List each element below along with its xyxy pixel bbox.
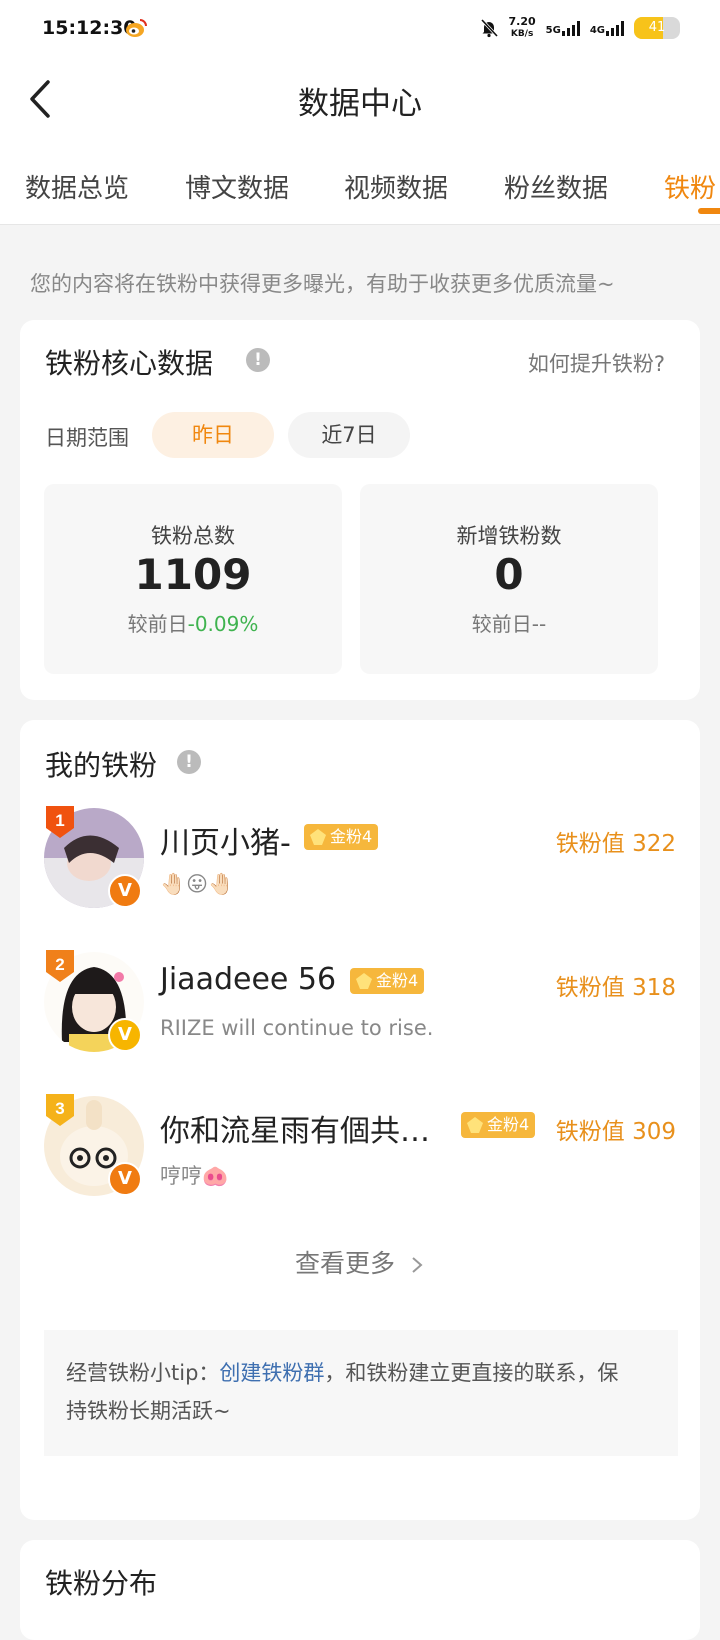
rank-badge: 3 — [44, 1092, 76, 1128]
fan-value: 铁粉值 309 — [555, 1119, 676, 1145]
my-fans-card: 我的铁粉 ! 1 V 川页小猪- 金粉4 铁粉值 322 🤚🏻😛🤚🏻 2 V J… — [20, 720, 700, 1520]
tip-box: 经营铁粉小tip：创建铁粉群，和铁粉建立更直接的联系，保持铁粉长期活跃~ — [44, 1330, 678, 1456]
net-speed: 7.20 KB/s — [508, 15, 536, 40]
chevron-right-icon — [412, 1257, 423, 1273]
fan-value: 铁粉值 318 — [555, 975, 676, 1001]
list-item[interactable]: 1 V 川页小猪- 金粉4 铁粉值 322 🤚🏻😛🤚🏻 — [20, 806, 700, 918]
gem-icon — [467, 1117, 483, 1133]
fan-distribution-title: 铁粉分布 — [45, 1567, 158, 1600]
svg-text:3: 3 — [55, 1099, 64, 1118]
core-data-title: 铁粉核心数据 — [45, 347, 214, 380]
fan-bio: 🤚🏻😛🤚🏻 — [160, 872, 235, 896]
tab-video-data[interactable]: 视频数据 — [344, 168, 448, 205]
status-time: 15:12:30 — [42, 17, 137, 39]
date-range-label: 日期范围 — [45, 426, 129, 450]
gem-icon — [310, 829, 326, 845]
verified-icon: V — [108, 874, 142, 908]
date-option-yesterday[interactable]: 昨日 — [152, 412, 274, 458]
rank-badge: 1 — [44, 804, 76, 840]
fan-name: Jiaadeee 56 — [160, 962, 337, 997]
verified-icon: V — [108, 1162, 142, 1196]
app-header: 数据中心 — [0, 56, 720, 146]
my-fans-title: 我的铁粉 — [45, 749, 158, 782]
verified-icon: V — [108, 1018, 142, 1052]
date-option-7days[interactable]: 近7日 — [288, 412, 410, 458]
signal-icon-2: 4G — [590, 20, 624, 36]
weibo-icon — [126, 19, 147, 37]
list-item[interactable]: 3 V 你和流星雨有個共… 金粉4 铁粉值 309 哼哼🐽 — [20, 1094, 700, 1206]
stat-value: 1109 — [134, 550, 252, 599]
stat-label: 铁粉总数 — [151, 524, 235, 548]
gold-fan-badge: 金粉4 — [304, 824, 379, 850]
tab-post-data[interactable]: 博文数据 — [185, 168, 289, 205]
rank-badge: 2 — [44, 948, 76, 984]
stat-change: 较前日-0.09% — [127, 612, 259, 636]
svg-text:2: 2 — [55, 955, 64, 974]
tab-fans-data[interactable]: 粉丝数据 — [504, 168, 608, 205]
fan-bio: RIIZE will continue to rise. — [160, 1016, 434, 1040]
page-title: 数据中心 — [298, 86, 422, 122]
info-icon[interactable]: ! — [177, 750, 201, 774]
stat-value: 0 — [494, 550, 524, 599]
battery-icon: 41 — [634, 17, 680, 39]
gold-fan-badge: 金粉4 — [350, 968, 425, 994]
info-banner: 您的内容将在铁粉中获得更多曝光，有助于收获更多优质流量~ — [30, 272, 615, 296]
tab-bar: 数据总览 博文数据 视频数据 粉丝数据 铁粉 — [0, 146, 720, 225]
fan-distribution-card: 铁粉分布 — [20, 1540, 700, 1640]
mute-bell-icon — [480, 18, 498, 38]
svg-text:1: 1 — [55, 811, 64, 830]
status-bar: 15:12:30 7.20 KB/s 5G 4G 41 — [0, 0, 720, 56]
how-to-improve-link[interactable]: 如何提升铁粉? — [528, 348, 665, 378]
list-item[interactable]: 2 V Jiaadeee 56 金粉4 铁粉值 318 RIIZE will c… — [20, 950, 700, 1062]
core-data-card: 铁粉核心数据 ! 如何提升铁粉? 日期范围 昨日 近7日 铁粉总数 1109 较… — [20, 320, 700, 700]
tab-iron-fans[interactable]: 铁粉 — [664, 168, 716, 205]
fan-name: 你和流星雨有個共… — [160, 1114, 430, 1149]
tab-overview[interactable]: 数据总览 — [25, 168, 129, 205]
view-more-button[interactable]: 查看更多 — [20, 1244, 700, 1280]
gold-fan-badge: 金粉4 — [461, 1112, 536, 1138]
stat-change: 较前日-- — [471, 612, 547, 636]
tab-indicator — [698, 208, 720, 214]
fan-bio: 哼哼🐽 — [160, 1164, 229, 1188]
fan-value: 铁粉值 322 — [555, 831, 676, 857]
info-icon[interactable]: ! — [246, 348, 270, 372]
stat-label: 新增铁粉数 — [456, 524, 562, 548]
stat-new-fans: 新增铁粉数 0 较前日-- — [360, 484, 658, 674]
tip-text: 经营铁粉小tip：创建铁粉群，和铁粉建立更直接的联系，保持铁粉长期活跃~ — [66, 1361, 619, 1423]
fan-name: 川页小猪- — [160, 826, 291, 861]
stat-total-fans: 铁粉总数 1109 较前日-0.09% — [44, 484, 342, 674]
create-fan-group-link[interactable]: 创建铁粉群 — [219, 1361, 324, 1385]
gem-icon — [356, 973, 372, 989]
signal-icon: 5G — [546, 20, 580, 36]
